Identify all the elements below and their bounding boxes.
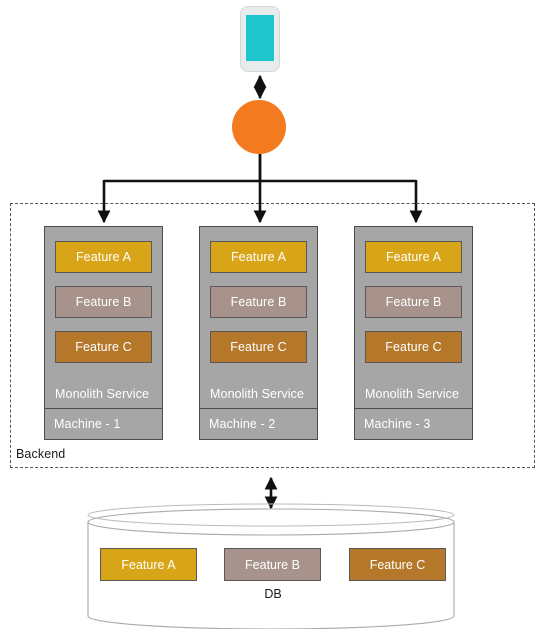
feature-block-c: Feature C	[210, 331, 307, 363]
machine-node-2[interactable]: Feature A Feature B Feature C Monolith S…	[199, 226, 318, 440]
feature-block-c: Feature C	[365, 331, 462, 363]
machine-label-1: Machine - 1	[44, 409, 163, 440]
feature-block-a: Feature A	[55, 241, 152, 273]
feature-block-c: Feature C	[55, 331, 152, 363]
feature-block-b: Feature B	[210, 286, 307, 318]
load-balancer-node[interactable]	[232, 100, 286, 154]
db-feature-block-c: Feature C	[349, 548, 446, 581]
backend-label: Backend	[16, 447, 66, 461]
monolith-service-label: Monolith Service	[55, 387, 150, 401]
phone-screen	[246, 15, 274, 61]
machine-node-1[interactable]: Feature A Feature B Feature C Monolith S…	[44, 226, 163, 440]
feature-block-a: Feature A	[210, 241, 307, 273]
monolith-service-1: Feature A Feature B Feature C Monolith S…	[44, 226, 163, 409]
db-feature-block-b: Feature B	[224, 548, 321, 581]
diagram-canvas: Backend Feature A Feature B Feature C Mo…	[0, 0, 546, 629]
db-label: DB	[264, 587, 282, 601]
db-feature-block-a: Feature A	[100, 548, 197, 581]
machine-label-2: Machine - 2	[199, 409, 318, 440]
monolith-service-3: Feature A Feature B Feature C Monolith S…	[354, 226, 473, 409]
monolith-service-label: Monolith Service	[365, 387, 460, 401]
monolith-service-label: Monolith Service	[210, 387, 305, 401]
feature-block-a: Feature A	[365, 241, 462, 273]
machine-node-3[interactable]: Feature A Feature B Feature C Monolith S…	[354, 226, 473, 440]
mobile-phone-icon	[240, 6, 280, 72]
feature-block-b: Feature B	[365, 286, 462, 318]
monolith-service-2: Feature A Feature B Feature C Monolith S…	[199, 226, 318, 409]
machine-label-3: Machine - 3	[354, 409, 473, 440]
feature-block-b: Feature B	[55, 286, 152, 318]
